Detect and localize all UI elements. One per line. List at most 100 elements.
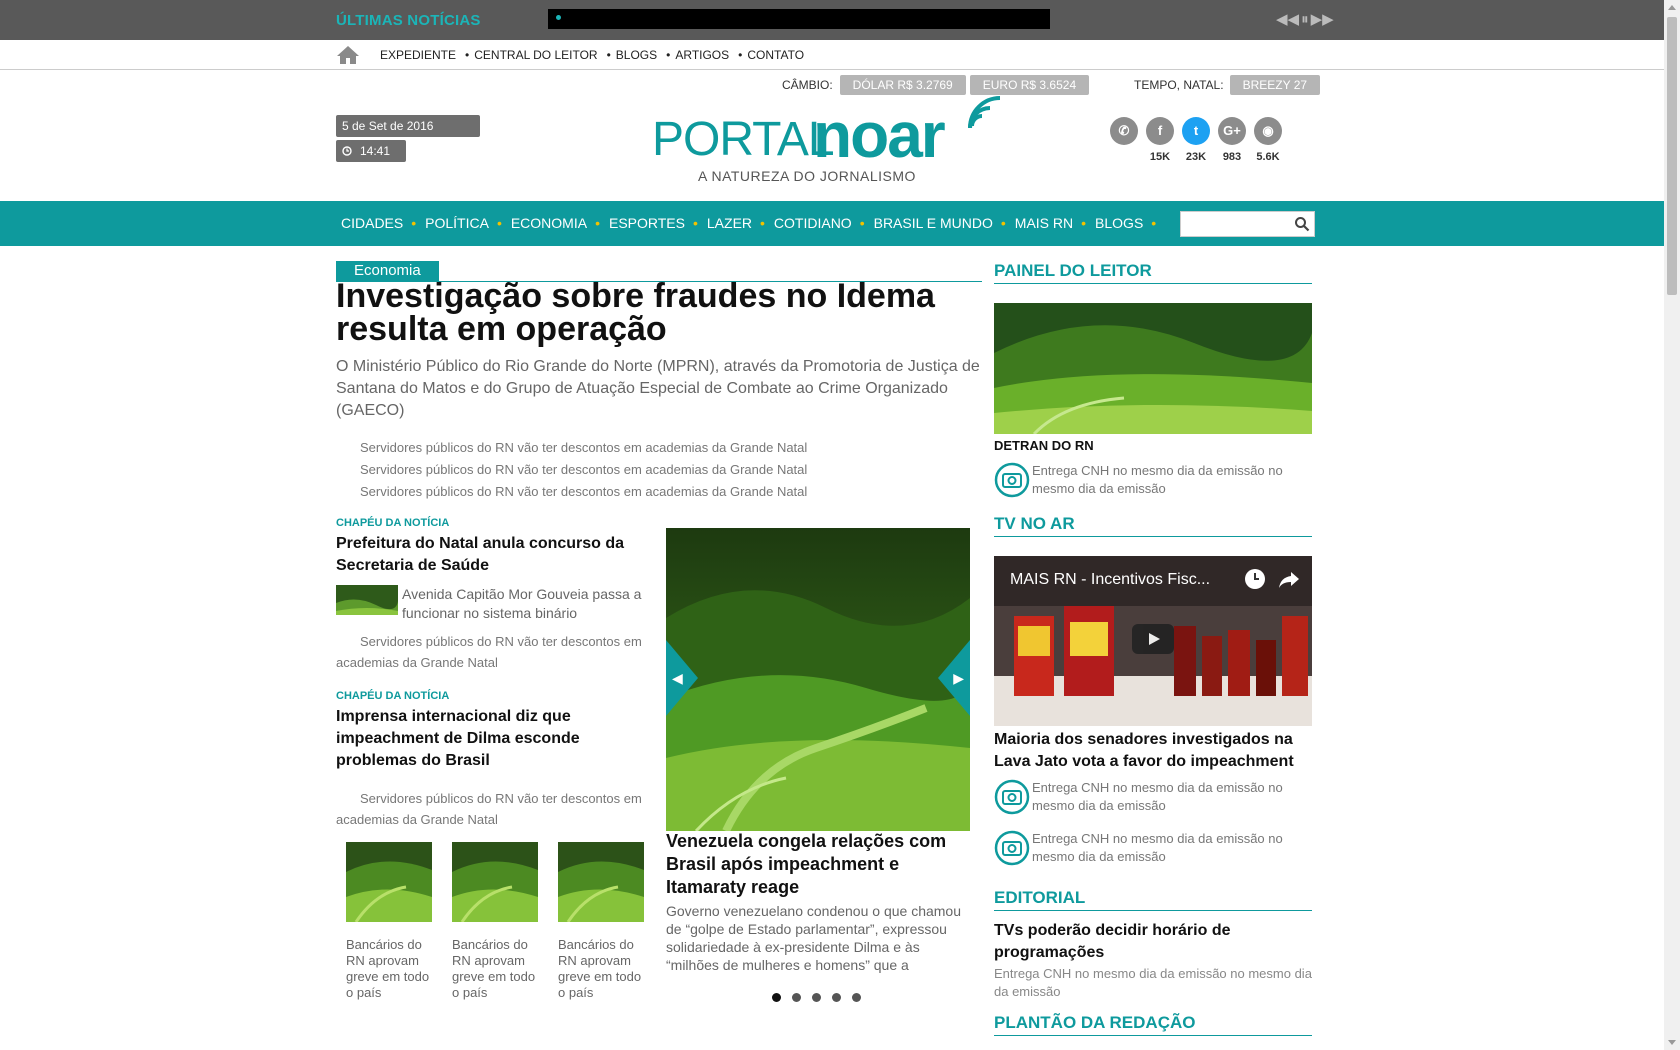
logo-noar-text: noar: [813, 99, 946, 171]
secnav-item-artigos[interactable]: ARTIGOS: [666, 48, 729, 62]
ticker-controls: ◀◀ ⏸ ▶▶: [1276, 12, 1334, 28]
painel-item[interactable]: Entrega CNH no mesmo dia da emissão no m…: [994, 462, 1312, 498]
search-box: [1180, 211, 1315, 237]
section-title-tv[interactable]: TV NO AR: [994, 514, 1312, 537]
related-link[interactable]: Servidores públicos do RN vão ter descon…: [360, 459, 807, 481]
ticker-dot: [556, 15, 561, 20]
facebook-icon: f: [1146, 117, 1174, 145]
facebook-count: 15K: [1149, 151, 1171, 163]
tv-item-text: Entrega CNH no mesmo dia da emissão no m…: [1032, 831, 1283, 864]
previous-icon[interactable]: ◀◀: [1276, 12, 1299, 28]
nav-item-cidades[interactable]: CIDADES: [341, 215, 416, 231]
story-thumb-link[interactable]: Avenida Capitão Mor Gouveia passa a func…: [336, 585, 646, 623]
slider-dot[interactable]: [792, 993, 801, 1002]
video-title: MAIS RN - Incentivos Fisc...: [1010, 571, 1211, 588]
pause-icon[interactable]: ⏸: [1301, 12, 1309, 28]
whatsapp-icon: ✆: [1110, 117, 1138, 145]
breaking-news-label: ÚLTIMAS NOTÍCIAS: [336, 12, 481, 29]
gallery-caption: Bancários do RN aprovam greve em todo o …: [346, 937, 430, 1000]
nav-item-lazer[interactable]: LAZER: [707, 215, 765, 231]
play-button[interactable]: [1132, 624, 1174, 654]
section-title-plantao[interactable]: PLANTÃO DA REDAÇÃO: [994, 1013, 1312, 1036]
google-plus-icon: G+: [1218, 117, 1246, 145]
camera-icon: [994, 779, 1030, 815]
nav-item-cotidiano[interactable]: COTIDIANO: [774, 215, 865, 231]
next-icon[interactable]: ▶▶: [1311, 12, 1334, 28]
nav-item-politica[interactable]: POLÍTICA: [425, 215, 502, 231]
editorial-headline[interactable]: TVs poderão decidir horário de programaç…: [994, 920, 1314, 964]
painel-item-text: Entrega CNH no mesmo dia da emissão no m…: [1032, 463, 1283, 496]
related-link[interactable]: Servidores públicos do RN vão ter descon…: [360, 481, 807, 503]
rss-count: 5.6K: [1256, 151, 1280, 163]
scrollbar-thumb[interactable]: [1667, 17, 1677, 295]
twitter-icon: t: [1182, 117, 1210, 145]
story-title[interactable]: Imprensa internacional diz que impeachme…: [336, 706, 646, 772]
rss-icon: ◉: [1254, 117, 1282, 145]
gallery-image: [558, 842, 644, 923]
nav-item-brasil-e-mundo[interactable]: BRASIL E MUNDO: [874, 215, 1006, 231]
nav-item-blogs[interactable]: BLOGS: [1095, 215, 1156, 231]
scroll-down-arrow[interactable]: [1668, 1040, 1676, 1045]
slider-dot[interactable]: [772, 993, 781, 1002]
tv-item[interactable]: Entrega CNH no mesmo dia da emissão no m…: [994, 830, 1312, 866]
vertical-scrollbar[interactable]: [1664, 0, 1680, 1050]
social-links: ✆ f 15K t 23K G+ 983 ◉ 5.6K: [1106, 117, 1286, 163]
secnav-item-central-do-leitor[interactable]: CENTRAL DO LEITOR: [465, 48, 597, 62]
social-whatsapp[interactable]: ✆: [1106, 117, 1142, 163]
slider-dot[interactable]: [812, 993, 821, 1002]
search-input[interactable]: [1181, 212, 1291, 236]
main-nav-list: CIDADES POLÍTICA ECONOMIA ESPORTES LAZER…: [341, 215, 1165, 231]
home-icon[interactable]: [336, 45, 360, 65]
sub-story-2: CHAPÉU DA NOTÍCIA Imprensa internacional…: [336, 690, 646, 830]
slider-pagination: [772, 993, 861, 1002]
gallery-caption: Bancários do RN aprovam greve em todo o …: [558, 937, 642, 1000]
section-title-editorial[interactable]: EDITORIAL: [994, 888, 1312, 911]
gallery-item[interactable]: Bancários do RN aprovam greve em todo o …: [558, 842, 644, 1001]
social-google-plus[interactable]: G+ 983: [1214, 117, 1250, 163]
breaking-news-bar: ÚLTIMAS NOTÍCIAS ◀◀ ⏸ ▶▶: [0, 0, 1664, 40]
news-ticker[interactable]: [548, 9, 1050, 29]
nav-item-mais-rn[interactable]: MAIS RN: [1015, 215, 1086, 231]
search-icon[interactable]: [1294, 216, 1310, 232]
social-rss[interactable]: ◉ 5.6K: [1250, 117, 1286, 163]
watch-later-icon[interactable]: [1244, 568, 1266, 590]
story-extra-link[interactable]: Servidores públicos do RN vão ter descon…: [336, 788, 646, 830]
share-icon[interactable]: [1278, 568, 1300, 590]
slider-image[interactable]: [666, 528, 970, 833]
signal-waves-icon: [968, 96, 1001, 129]
scroll-up-arrow[interactable]: [1668, 5, 1676, 10]
slide-title[interactable]: Venezuela congela relações com Brasil ap…: [666, 830, 970, 899]
slider-dot[interactable]: [852, 993, 861, 1002]
featured-slider: ◀ ▶: [666, 528, 970, 833]
sub-story-1: CHAPÉU DA NOTÍCIA Prefeitura do Natal an…: [336, 517, 646, 673]
social-twitter[interactable]: t 23K: [1178, 117, 1214, 163]
painel-image[interactable]: [994, 303, 1312, 434]
secnav-item-blogs[interactable]: BLOGS: [607, 48, 657, 62]
tv-item[interactable]: Entrega CNH no mesmo dia da emissão no m…: [994, 779, 1312, 815]
related-link[interactable]: Servidores públicos do RN vão ter descon…: [360, 437, 807, 459]
secondary-nav-list: EXPEDIENTE CENTRAL DO LEITOR BLOGS ARTIG…: [380, 48, 813, 62]
section-title-painel[interactable]: PAINEL DO LEITOR: [994, 261, 1312, 284]
editorial-text: Entrega CNH no mesmo dia da emissão no m…: [994, 966, 1312, 999]
secnav-item-contato[interactable]: CONTATO: [738, 48, 804, 62]
slider-dot[interactable]: [832, 993, 841, 1002]
gallery-item[interactable]: Bancários do RN aprovam greve em todo o …: [452, 842, 538, 1001]
tv-headline[interactable]: Maioria dos senadores investigados na La…: [994, 729, 1314, 773]
weather-value: BREEZY 27: [1229, 75, 1321, 95]
story-thumb-text: Avenida Capitão Mor Gouveia passa a func…: [402, 586, 642, 621]
story-extra-link[interactable]: Servidores públicos do RN vão ter descon…: [336, 631, 646, 673]
nav-item-esportes[interactable]: ESPORTES: [609, 215, 698, 231]
painel-caption[interactable]: DETRAN DO RN: [994, 438, 1094, 453]
lead-summary: O Ministério Público do Rio Grande do No…: [336, 358, 980, 419]
nav-item-economia[interactable]: ECONOMIA: [511, 215, 600, 231]
page: ÚLTIMAS NOTÍCIAS ◀◀ ⏸ ▶▶ EXPEDIENTE CENT…: [0, 0, 1664, 1050]
secnav-item-expediente[interactable]: EXPEDIENTE: [380, 48, 456, 62]
lead-headline[interactable]: Investigação sobre fraudes no Idema resu…: [336, 279, 976, 346]
story-title[interactable]: Prefeitura do Natal anula concurso da Se…: [336, 533, 646, 577]
story-kicker: CHAPÉU DA NOTÍCIA: [336, 517, 450, 529]
social-facebook[interactable]: f 15K: [1142, 117, 1178, 163]
video-player[interactable]: MAIS RN - Incentivos Fisc...: [994, 556, 1312, 726]
google-plus-count: 983: [1222, 151, 1242, 163]
site-logo[interactable]: PORTAL noar A NATUREZA DO JORNALISMO: [652, 88, 1004, 188]
gallery-item[interactable]: Bancários do RN aprovam greve em todo o …: [346, 842, 432, 1001]
